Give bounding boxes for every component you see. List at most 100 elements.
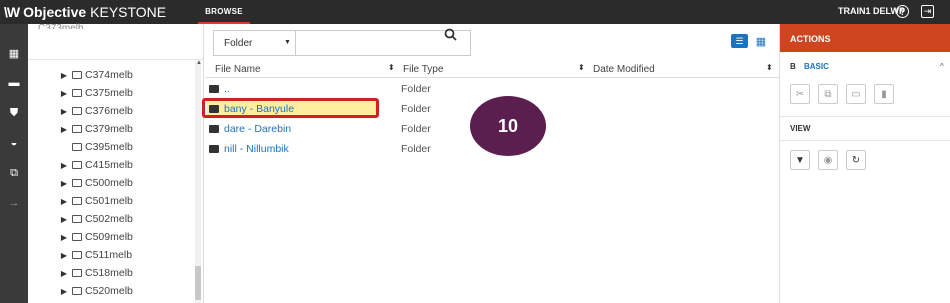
filter-icon[interactable]: ▼: [790, 150, 810, 170]
file-type: Folder: [401, 123, 431, 135]
file-row[interactable]: nill - Nillumbik: [207, 140, 377, 158]
sort-icon[interactable]: ⬍: [578, 63, 585, 72]
expand-caret-icon[interactable]: ▶: [60, 71, 68, 80]
folder-outline-icon: [72, 71, 82, 79]
sort-icon[interactable]: ⬍: [766, 63, 773, 72]
tree-item-label: C500melb: [85, 177, 133, 189]
copy-icon[interactable]: ⧉: [818, 84, 838, 104]
folder-outline-icon: [72, 215, 82, 223]
chevron-down-icon: ▼: [284, 39, 291, 46]
actions-panel: ACTIONS B BASIC ^ ✂ ⧉ ▭ ▮ VIEW ▼ ◉ ↻: [779, 24, 950, 303]
expand-caret-icon[interactable]: ▶: [60, 89, 68, 98]
expand-caret-icon[interactable]: ▶: [60, 251, 68, 260]
inbox-icon[interactable]: ◒: [0, 132, 28, 154]
eye-icon[interactable]: ◉: [818, 150, 838, 170]
help-icon[interactable]: ?: [896, 5, 909, 18]
file-name[interactable]: ..: [224, 83, 230, 95]
tree-item-label: C415melb: [85, 159, 133, 171]
view-section-label: VIEW: [790, 124, 811, 133]
brand-product: KEYSTONE: [90, 4, 167, 20]
folder-outline-icon: [72, 251, 82, 259]
tree-item-label: C520melb: [85, 285, 133, 297]
file-type: Folder: [401, 143, 431, 155]
scope-select[interactable]: Folder ▼: [214, 31, 296, 55]
delete-icon[interactable]: ▮: [874, 84, 894, 104]
folder-outline-icon: [72, 233, 82, 241]
expand-caret-icon[interactable]: ▶: [60, 287, 68, 296]
folder-outline-icon: [72, 179, 82, 187]
basic-section-label[interactable]: BASIC: [804, 62, 829, 71]
external-link-icon[interactable]: ⧉: [0, 162, 28, 184]
folder-icon: [209, 85, 219, 93]
tree-scroll-thumb[interactable]: [195, 266, 201, 300]
tree-item-label: C376melb: [85, 105, 133, 117]
tree-header: [28, 24, 203, 60]
section-divider: [780, 140, 950, 141]
tab-browse[interactable]: BROWSE: [198, 0, 250, 24]
expand-caret-icon[interactable]: ▶: [60, 197, 68, 206]
expand-caret-icon[interactable]: ▶: [60, 269, 68, 278]
step-badge: 10: [470, 96, 546, 156]
scope-select-value: Folder: [224, 37, 253, 49]
paste-icon[interactable]: ▭: [846, 84, 866, 104]
tree-item-label: C518melb: [85, 267, 133, 279]
column-date-modified[interactable]: Date Modified: [593, 64, 655, 75]
folder-outline-icon: [72, 197, 82, 205]
nav-rail: ▦ ▬ ⛊ ◒ ⧉ →: [0, 24, 28, 303]
expand-caret-icon[interactable]: ▶: [60, 107, 68, 116]
tile-view-icon[interactable]: ▦: [754, 34, 768, 48]
cut-icon[interactable]: ✂: [790, 84, 810, 104]
folder-icon: [209, 125, 219, 133]
file-type: Folder: [401, 83, 431, 95]
expand-caret-icon[interactable]: ▶: [60, 161, 68, 170]
refresh-icon[interactable]: ↻: [846, 150, 866, 170]
folder-outline-icon: [72, 89, 82, 97]
basic-key: B: [790, 62, 796, 71]
file-name[interactable]: dare - Darebin: [224, 123, 291, 135]
column-file-type[interactable]: File Type: [403, 64, 443, 75]
sort-icon[interactable]: ⬍: [388, 63, 395, 72]
file-type: Folder: [401, 103, 431, 115]
shield-icon[interactable]: ⛊: [0, 102, 28, 124]
actions-header: ACTIONS: [780, 24, 950, 52]
scroll-up-icon[interactable]: ▲: [196, 60, 202, 66]
user-name[interactable]: TRAIN1 DELWP: [838, 6, 905, 16]
search-bar: Folder ▼: [213, 30, 471, 56]
search-icon[interactable]: [444, 28, 458, 42]
file-name[interactable]: nill - Nillumbik: [224, 143, 289, 155]
folder-outline-icon: [72, 125, 82, 133]
folder-outline-icon: [72, 143, 82, 151]
top-bar: \W Objective KEYSTONE BROWSE TRAIN1 DELW…: [0, 0, 950, 24]
section-divider: [780, 116, 950, 117]
column-file-name[interactable]: File Name: [215, 64, 261, 75]
tree-item-label: C501melb: [85, 195, 133, 207]
tree-item-label: C374melb: [85, 69, 133, 81]
list-view-icon[interactable]: ☰: [731, 34, 748, 48]
folder-icon[interactable]: ▬: [0, 72, 28, 94]
annotation-highlight: [202, 98, 379, 118]
expand-caret-icon[interactable]: ▶: [60, 125, 68, 134]
folder-outline-icon: [72, 107, 82, 115]
folder-icon: [209, 145, 219, 153]
logout-icon[interactable]: ⇥: [921, 5, 934, 18]
tree-item-label: C502melb: [85, 213, 133, 225]
tree-item-partial: C373melb: [38, 23, 84, 29]
tree-item-label: C395melb: [85, 141, 133, 153]
expand-caret-icon[interactable]: ▶: [60, 179, 68, 188]
arrow-right-icon[interactable]: →: [0, 192, 28, 214]
tree-item-label: C379melb: [85, 123, 133, 135]
collapse-icon[interactable]: ^: [940, 62, 944, 71]
file-row[interactable]: dare - Darebin: [207, 120, 377, 138]
file-row[interactable]: ..: [207, 80, 377, 98]
browse-pane: Folder ▼ ☰ ▦ File Name ⬍ File Type ⬍ Dat…: [205, 24, 779, 303]
tree-item-label: C375melb: [85, 87, 133, 99]
expand-caret-icon[interactable]: ▶: [60, 233, 68, 242]
column-header: File Name ⬍ File Type ⬍ Date Modified ⬍: [205, 62, 779, 78]
tree-item-label: C511melb: [85, 249, 133, 261]
expand-caret-icon[interactable]: ▶: [60, 215, 68, 224]
tree-item-label: C509melb: [85, 231, 133, 243]
folder-outline-icon: [72, 161, 82, 169]
grid-icon[interactable]: ▦: [0, 42, 28, 64]
folder-outline-icon: [72, 287, 82, 295]
folder-outline-icon: [72, 269, 82, 277]
